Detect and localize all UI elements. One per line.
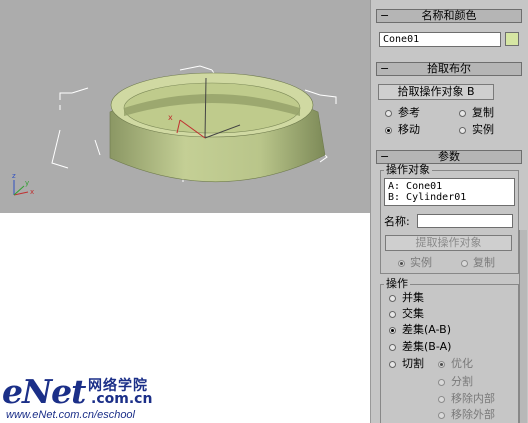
cut-remove-inside-label: 移除内部 <box>451 392 495 405</box>
operation-group-title: 操作 <box>384 277 410 290</box>
cut-remove-outside-label: 移除外部 <box>451 408 495 421</box>
subtraction-ba-label: 差集(B-A) <box>402 340 452 353</box>
reference-radio[interactable] <box>385 110 392 117</box>
collapse-icon: − <box>380 62 390 75</box>
cut-label: 切割 <box>402 357 424 370</box>
axis-y-label: y <box>25 179 29 187</box>
operands-list[interactable]: A: Cone01 B: Cylinder01 <box>384 178 515 206</box>
union-radio[interactable] <box>389 295 396 302</box>
operands-group-title: 操作对象 <box>384 163 432 176</box>
cut-remove-outside-radio[interactable] <box>438 412 445 419</box>
instance-label: 实例 <box>472 123 494 136</box>
extract-copy-radio[interactable] <box>461 260 468 267</box>
rollout-name-color-header[interactable]: − 名称和颜色 <box>376 9 522 23</box>
extract-operand-button[interactable]: 提取操作对象 <box>385 235 512 251</box>
rollout-parameters-header[interactable]: − 参数 <box>376 150 522 164</box>
rollout-pick-boolean-title: 拾取布尔 <box>427 62 471 75</box>
logo-brand: eNet <box>2 372 86 411</box>
rollout-parameters-title: 参数 <box>438 150 460 163</box>
gizmo-x-label: x <box>168 113 173 122</box>
viewport-scene: x x y z <box>12 65 337 196</box>
cut-refine-label: 优化 <box>451 357 473 370</box>
union-label: 并集 <box>402 291 424 304</box>
copy-label: 复制 <box>472 106 494 119</box>
cut-radio[interactable] <box>389 361 396 368</box>
enet-watermark-logo: eNet 网络学院 .com.cn www.eNet.com.cn/eschoo… <box>2 372 202 423</box>
subtraction-ab-label: 差集(A-B) <box>402 323 451 336</box>
cut-remove-inside-radio[interactable] <box>438 396 445 403</box>
command-panel: − 名称和颜色 Cone01 − 拾取布尔 拾取操作对象 B 参考 复制 移动 … <box>370 0 528 423</box>
intersection-label: 交集 <box>402 307 424 320</box>
operand-a[interactable]: A: Cone01 <box>388 181 511 192</box>
extract-copy-label: 复制 <box>473 256 495 269</box>
perspective-viewport[interactable]: x x y z <box>0 0 371 213</box>
move-radio[interactable] <box>385 127 392 134</box>
operation-group <box>380 284 519 423</box>
cut-split-radio[interactable] <box>438 379 445 386</box>
subtraction-ba-radio[interactable] <box>389 344 396 351</box>
pick-operand-b-button[interactable]: 拾取操作对象 B <box>378 84 494 100</box>
logo-domain: .com.cn <box>91 391 153 407</box>
collapse-icon: − <box>380 150 390 163</box>
move-label: 移动 <box>398 123 420 136</box>
instance-radio[interactable] <box>459 127 466 134</box>
extract-instance-label: 实例 <box>410 256 432 269</box>
operand-name-label: 名称: <box>384 215 410 228</box>
command-panel-scrollbar[interactable] <box>519 230 527 423</box>
rollout-pick-boolean-header[interactable]: − 拾取布尔 <box>376 62 522 76</box>
object-name-field[interactable]: Cone01 <box>379 32 501 47</box>
cut-split-label: 分割 <box>451 375 473 388</box>
axis-x-label: x <box>30 188 34 196</box>
operand-b[interactable]: B: Cylinder01 <box>388 192 511 203</box>
rollout-name-color-title: 名称和颜色 <box>421 9 477 22</box>
reference-label: 参考 <box>398 106 420 119</box>
object-color-swatch[interactable] <box>505 32 519 46</box>
axis-z-label: z <box>12 172 16 180</box>
cut-refine-radio[interactable] <box>438 361 445 368</box>
extract-instance-radio[interactable] <box>398 260 405 267</box>
logo-url: www.eNet.com.cn/eschool <box>6 409 135 421</box>
intersection-radio[interactable] <box>389 311 396 318</box>
collapse-icon: − <box>380 9 390 22</box>
subtraction-ab-radio[interactable] <box>389 327 396 334</box>
operand-name-field[interactable] <box>417 214 513 228</box>
copy-radio[interactable] <box>459 110 466 117</box>
